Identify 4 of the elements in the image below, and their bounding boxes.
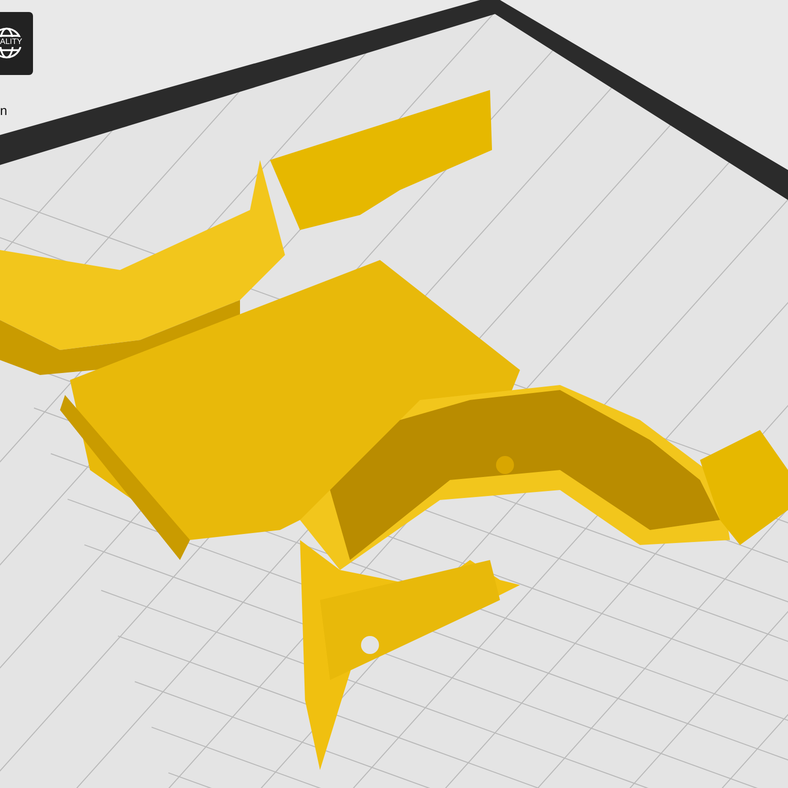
app-logo[interactable]: ALITY — [0, 12, 33, 75]
corner-label: n — [0, 103, 8, 118]
logo-text: ALITY — [0, 37, 22, 47]
3d-viewport[interactable]: ALITY n — [0, 0, 788, 788]
